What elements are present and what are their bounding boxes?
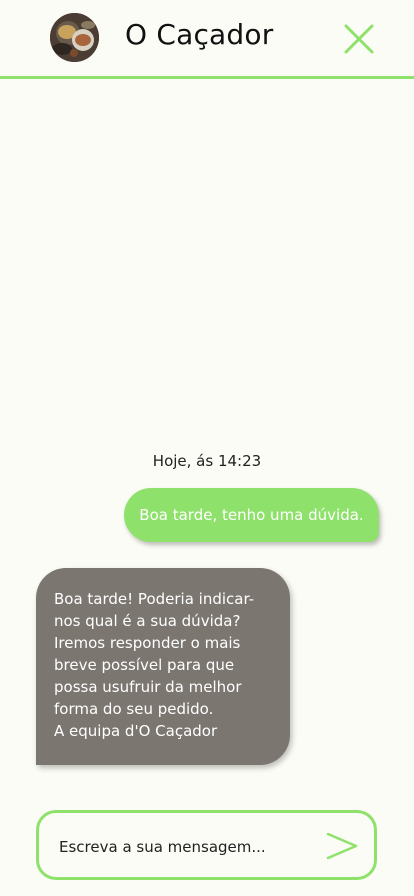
message-line: Boa tarde! Poderia indicar- <box>54 590 255 608</box>
chat-timestamp: Hoje, ás 14:23 <box>152 452 262 470</box>
avatar <box>50 13 99 62</box>
food-photo-avatar <box>50 13 99 62</box>
message-composer <box>36 810 377 880</box>
message-line: possa usufruir da melhor <box>54 678 242 696</box>
message-input[interactable] <box>57 833 311 861</box>
message-line: nos qual é a sua dúvida? <box>54 612 241 630</box>
send-icon[interactable] <box>325 831 359 861</box>
message-line: Iremos responder o mais <box>54 634 241 652</box>
message-text: Boa tarde, tenho uma dúvida. <box>139 506 364 524</box>
chat-title: O Caçador <box>125 18 274 51</box>
message-line: forma do seu pedido. <box>54 700 214 718</box>
message-bubble-outgoing: Boa tarde, tenho uma dúvida. <box>124 488 379 542</box>
message-bubble-incoming: Boa tarde! Poderia indicar- nos qual é a… <box>36 568 290 765</box>
message-line: breve possível para que <box>54 656 235 674</box>
chat-header: O Caçador <box>0 0 414 79</box>
message-signature: A equipa d'O Caçador <box>54 722 218 740</box>
close-icon[interactable] <box>342 22 376 56</box>
